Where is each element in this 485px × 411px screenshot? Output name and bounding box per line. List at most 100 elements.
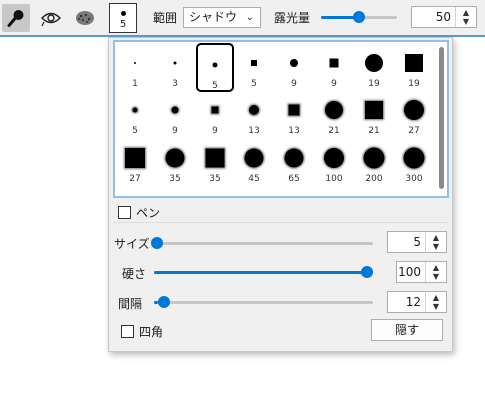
brush-size-label: 9: [331, 79, 337, 89]
square-brush-icon: [211, 106, 219, 114]
brush-preset-cell[interactable]: 45: [235, 138, 273, 187]
brush-preset-size: 5: [119, 19, 127, 30]
pen-checkbox[interactable]: [118, 206, 131, 219]
square-brush-icon: [251, 60, 257, 66]
hardness-spinbox[interactable]: 100 ▲ ▼: [396, 261, 447, 283]
square-brush-icon: [125, 148, 145, 168]
range-select[interactable]: シャドウ ⌄: [183, 7, 261, 28]
round-brush-icon: [134, 62, 136, 64]
size-value: 5: [413, 235, 421, 249]
pen-label: ペン: [136, 206, 161, 220]
round-brush-icon: [290, 59, 298, 67]
brush-preset-cell[interactable]: 100: [315, 138, 353, 187]
size-slider[interactable]: [151, 237, 373, 249]
brush-preset-cell[interactable]: 5: [235, 43, 273, 92]
brush-size-label: 1: [132, 79, 138, 89]
spacing-value: 12: [405, 295, 421, 309]
slider-thumb[interactable]: [158, 296, 171, 308]
round-brush-icon: [403, 147, 425, 169]
round-brush-icon: [325, 101, 343, 119]
separator: [113, 222, 448, 223]
brush-preset-cell[interactable]: 9: [196, 90, 234, 139]
exposure-label: 露光量: [274, 11, 311, 25]
chevron-down-icon: ⌄: [245, 12, 254, 23]
brush-preset-cell[interactable]: 19: [355, 43, 393, 92]
brush-preset-cell[interactable]: 9: [275, 43, 313, 92]
slider-thumb[interactable]: [151, 237, 163, 249]
slider-thumb[interactable]: [353, 11, 365, 23]
square-brush-icon: [365, 101, 383, 119]
sponge-tool-button[interactable]: [71, 4, 99, 32]
hide-button[interactable]: 隠す: [371, 319, 443, 341]
spin-chevron-icon[interactable]: ▲ ▼: [455, 7, 476, 27]
brush-preset-cell[interactable]: 21: [315, 90, 353, 139]
exposure-value: 50: [435, 10, 451, 24]
round-brush-icon: [249, 105, 259, 115]
brush-preset-cell[interactable]: 13: [235, 90, 273, 139]
brush-preset-cell[interactable]: 35: [156, 138, 194, 187]
brush-preset-picker[interactable]: 5: [109, 3, 137, 33]
exposure-spinbox[interactable]: 50 ▲ ▼: [411, 6, 477, 28]
sponge-icon: [76, 11, 94, 25]
brush-grid: 1 3 5 5 9 9 19 19 5 9 9 13 13 21 21 27 27 35 35 45 65 100 200 3…: [113, 40, 449, 198]
spin-chevron-icon[interactable]: ▲ ▼: [425, 232, 446, 252]
brush-size-label: 21: [368, 126, 380, 136]
brush-size-label: 13: [248, 126, 260, 136]
brush-preset-cell[interactable]: 13: [275, 90, 313, 139]
square-checkbox[interactable]: [121, 325, 134, 338]
brush-tool-button[interactable]: [2, 4, 30, 32]
brush-size-label: 9: [291, 79, 297, 89]
size-spinbox[interactable]: 5 ▲ ▼: [387, 231, 447, 253]
brush-preset-cell[interactable]: 19: [395, 43, 433, 92]
brush-preset-cell[interactable]: 35: [196, 138, 234, 187]
round-brush-icon: [324, 148, 344, 168]
spacing-label: 間隔: [118, 297, 143, 311]
dodge-tool-button[interactable]: [37, 4, 65, 32]
brush-size-label: 100: [325, 174, 343, 184]
eye-icon: [41, 12, 61, 27]
brush-preset-cell[interactable]: 200: [355, 138, 393, 187]
brush-preset-cell[interactable]: 9: [315, 43, 353, 92]
square-brush-icon: [329, 58, 339, 68]
brush-preset-cell[interactable]: 9: [156, 90, 194, 139]
brush-size-label: 13: [288, 126, 300, 136]
exposure-slider[interactable]: [321, 11, 397, 23]
brush-preset-cell[interactable]: 5: [196, 43, 234, 92]
round-brush-icon: [363, 147, 385, 169]
hardness-slider[interactable]: [154, 266, 373, 278]
size-label: サイズ: [114, 237, 150, 251]
round-brush-icon: [171, 106, 179, 114]
brush-preset-cell[interactable]: 300: [395, 138, 433, 187]
brush-size-label: 300: [405, 174, 423, 184]
brush-icon: [7, 10, 24, 27]
brush-size-label: 5: [251, 79, 257, 89]
hardness-label: 硬さ: [122, 267, 147, 281]
spin-chevron-icon[interactable]: ▲ ▼: [425, 292, 446, 312]
slider-thumb[interactable]: [361, 266, 373, 278]
brush-preset-cell[interactable]: 5: [116, 90, 154, 139]
round-brush-icon: [132, 107, 138, 113]
spin-chevron-icon[interactable]: ▲ ▼: [425, 262, 446, 282]
brush-preset-cell[interactable]: 1: [116, 43, 154, 92]
spacing-spinbox[interactable]: 12 ▲ ▼: [387, 291, 447, 313]
square-brush-icon: [288, 104, 300, 116]
brush-preset-cell[interactable]: 27: [395, 90, 433, 139]
brush-preset-cell[interactable]: 3: [156, 43, 194, 92]
brush-size-label: 45: [248, 174, 260, 184]
brush-size-label: 200: [365, 174, 383, 184]
brush-size-label: 19: [408, 79, 420, 89]
brush-size-label: 9: [212, 126, 218, 136]
brush-preset-cell[interactable]: 65: [275, 138, 313, 187]
brush-preset-cell[interactable]: 27: [116, 138, 154, 187]
grid-scrollbar[interactable]: [439, 47, 444, 189]
brush-preset-cell[interactable]: 21: [355, 90, 393, 139]
range-label: 範囲: [153, 11, 178, 25]
square-brush-icon: [405, 54, 423, 72]
brush-size-label: 35: [169, 174, 181, 184]
round-brush-icon: [365, 54, 383, 72]
round-brush-icon: [212, 62, 218, 68]
brush-size-label: 27: [408, 126, 420, 136]
brush-size-label: 65: [288, 174, 300, 184]
brush-preset-popup: 1 3 5 5 9 9 19 19 5 9 9 13 13 21 21 27 27 35 35 45 65 100 200 3…: [108, 37, 453, 352]
spacing-slider[interactable]: [154, 296, 373, 308]
